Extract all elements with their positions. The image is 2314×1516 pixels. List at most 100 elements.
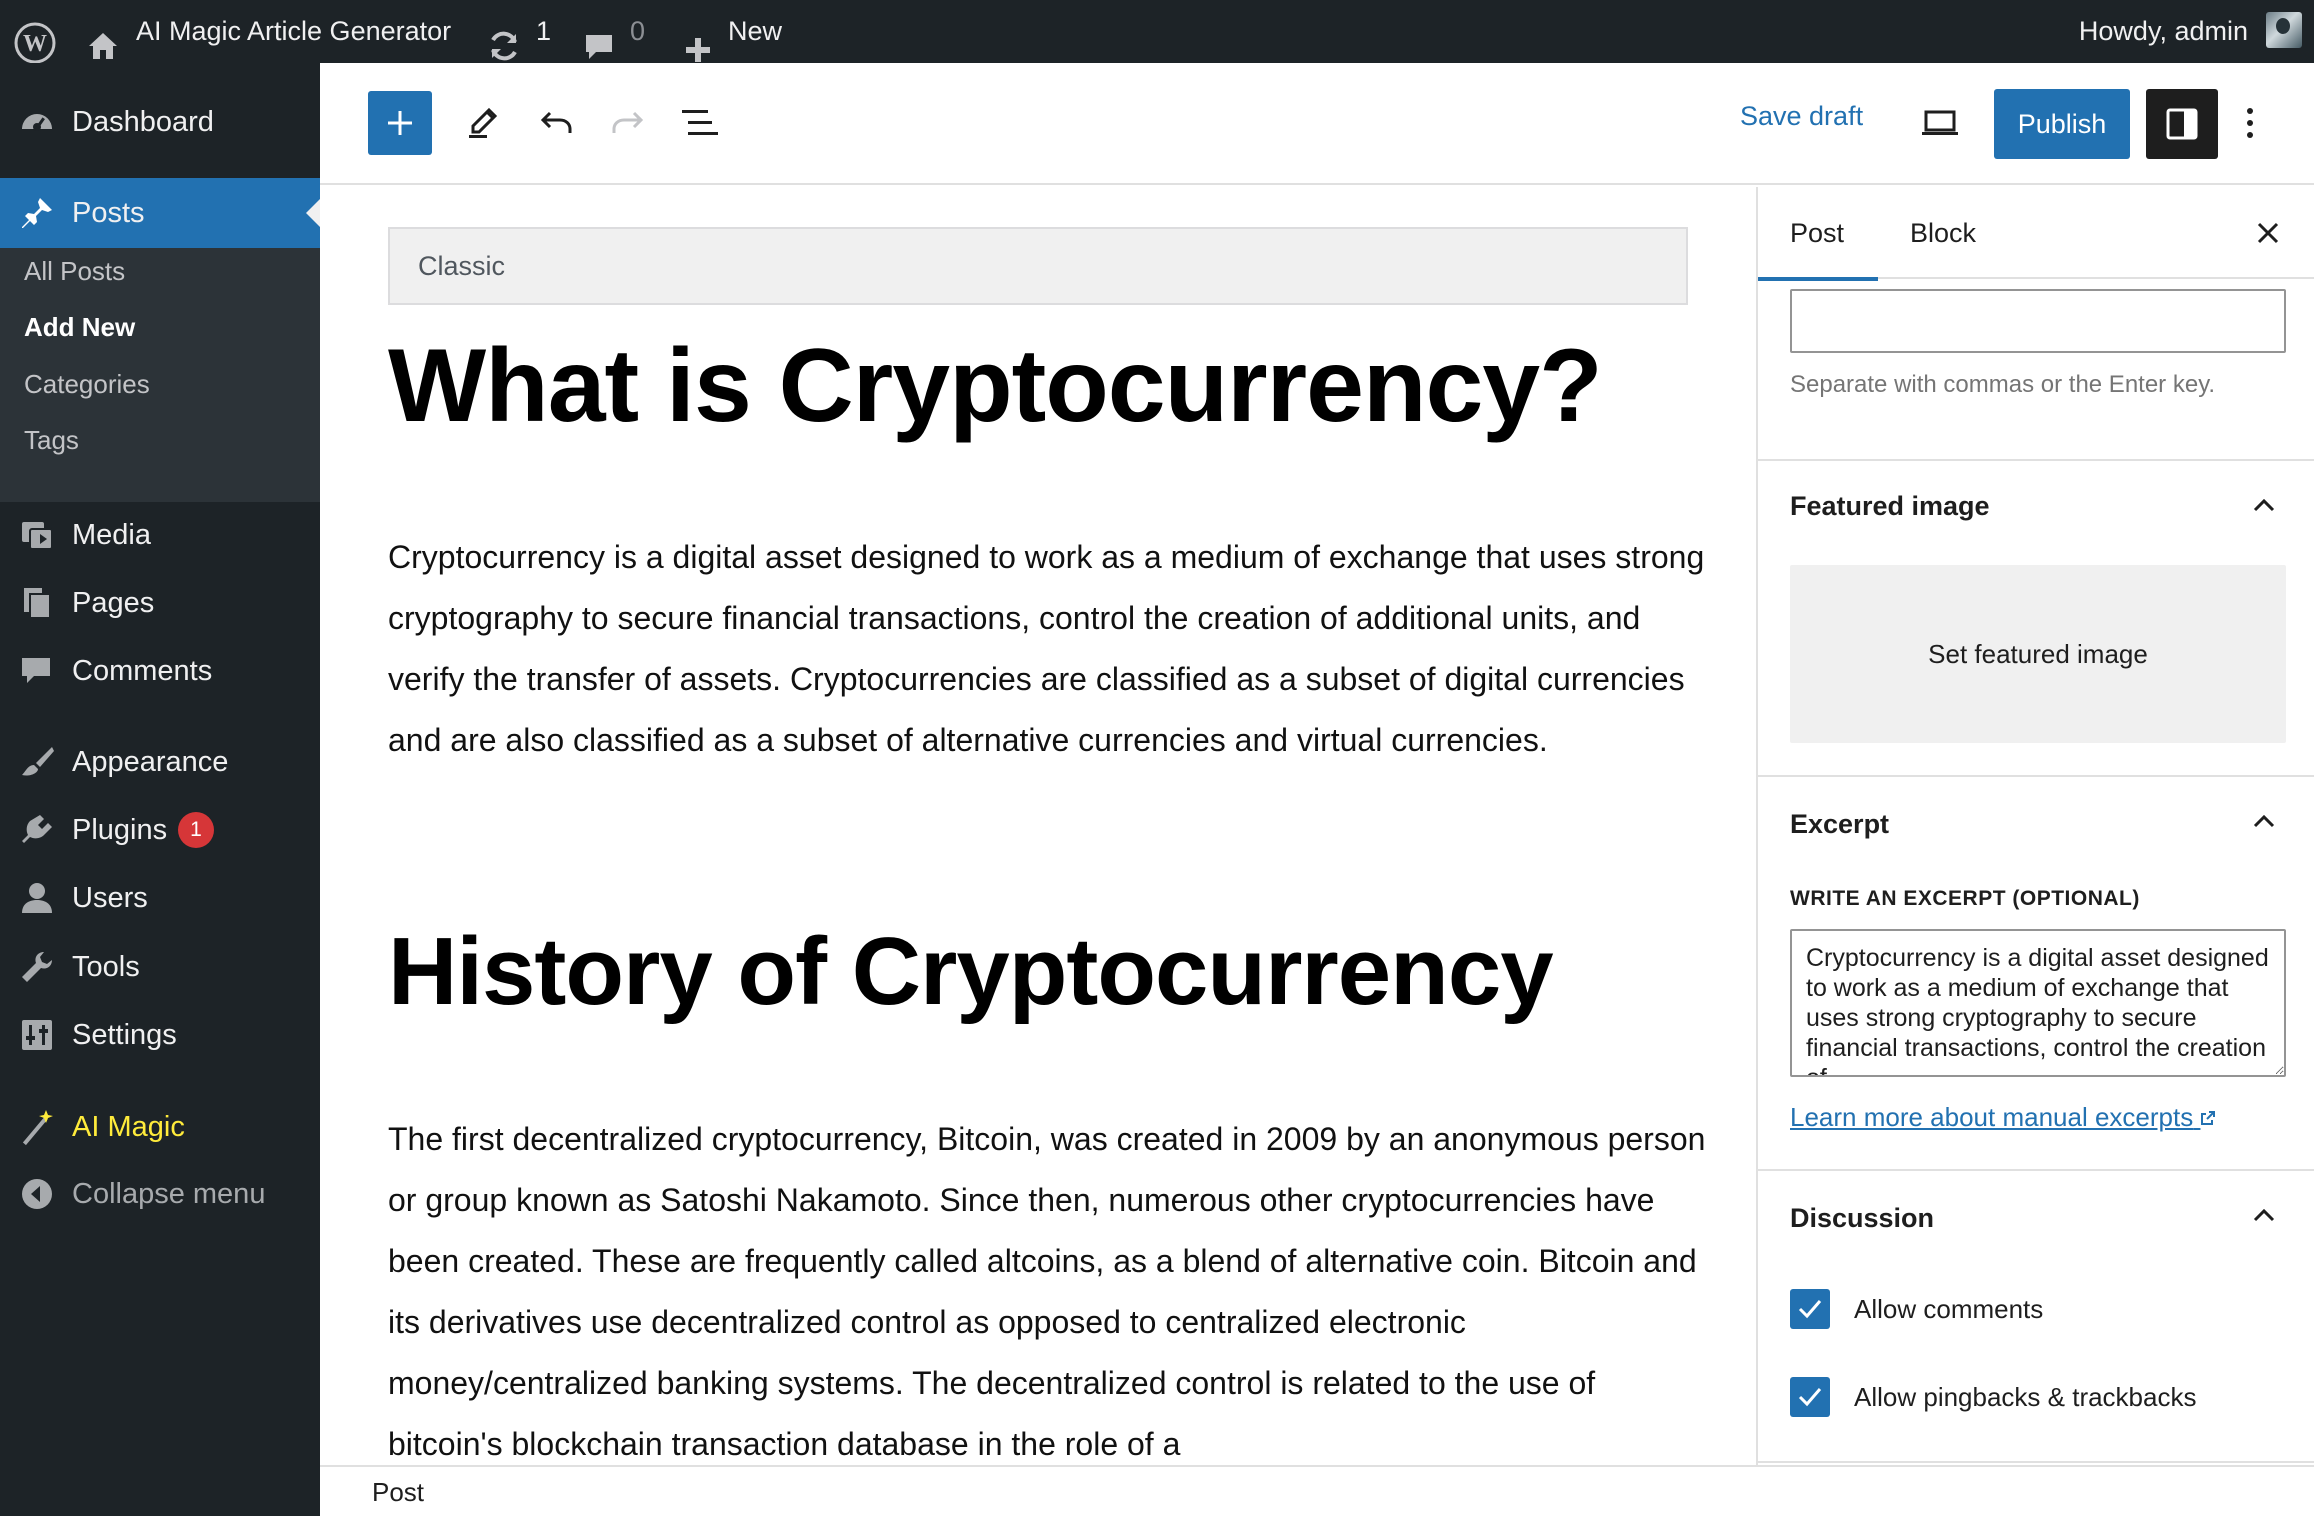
- featured-image-panel-title[interactable]: Featured image: [1790, 491, 1990, 522]
- add-block-button[interactable]: [368, 91, 432, 155]
- laptop-icon: [1922, 110, 1958, 135]
- chevron-up-icon: [2253, 1208, 2275, 1222]
- sidebar-item-label: Collapse menu: [72, 1177, 266, 1210]
- pencil-icon: [469, 107, 498, 138]
- users-icon: [22, 883, 52, 913]
- plugins-update-badge: 1: [178, 812, 214, 848]
- sidebar-item-label: Users: [72, 881, 148, 914]
- pages-icon: [24, 588, 51, 619]
- document-overview-button[interactable]: [670, 93, 730, 153]
- avatar[interactable]: [2266, 12, 2302, 48]
- sidebar-item-ai-magic[interactable]: AI Magic: [0, 1097, 320, 1157]
- collapse-menu-button[interactable]: Collapse menu: [0, 1164, 320, 1224]
- sidebar-item-label: Posts: [72, 196, 145, 229]
- excerpt-textarea[interactable]: Cryptocurrency is a digital asset design…: [1790, 929, 2286, 1077]
- allow-comments-checkbox[interactable]: [1790, 1289, 1830, 1329]
- site-name-link[interactable]: AI Magic Article Generator: [136, 0, 451, 63]
- paragraph-block[interactable]: Cryptocurrency is a digital asset design…: [388, 527, 1718, 771]
- heading-block[interactable]: What is Cryptocurrency?: [388, 327, 1603, 446]
- sidebar-item-label: Media: [72, 518, 151, 551]
- editor-header: Save draft Publish: [320, 63, 2314, 185]
- chevron-up-icon: [2253, 498, 2275, 512]
- allow-pingbacks-checkbox[interactable]: [1790, 1377, 1830, 1417]
- sidebar-item-label: AI Magic: [72, 1110, 185, 1143]
- classic-block-toolbar[interactable]: Classic: [388, 227, 1688, 305]
- magic-wand-icon: [22, 1110, 53, 1146]
- settings-sidebar: Post Block Separate with commas or the E…: [1756, 187, 2314, 1465]
- external-link-icon: [2201, 1111, 2216, 1125]
- tools-button[interactable]: [452, 93, 512, 153]
- admin-bar: W AI Magic Article Generator 1 0 New How…: [0, 0, 2314, 63]
- settings-toggle-button[interactable]: [2146, 89, 2218, 159]
- tags-input[interactable]: [1790, 289, 2286, 353]
- howdy-user-menu[interactable]: Howdy, admin: [2079, 0, 2248, 63]
- sidebar-item-posts[interactable]: Posts: [0, 178, 320, 248]
- sidebar-item-label: Comments: [72, 654, 213, 687]
- preview-button[interactable]: [1910, 93, 1970, 153]
- undo-button[interactable]: [526, 93, 586, 153]
- editor-canvas: Classic What is Cryptocurrency? Cryptocu…: [320, 187, 1756, 1465]
- set-featured-image-button[interactable]: Set featured image: [1790, 565, 2286, 743]
- tab-block[interactable]: Block: [1910, 187, 1976, 279]
- discussion-panel-title[interactable]: Discussion: [1790, 1203, 1934, 1234]
- link-text: Learn more about manual excerpts: [1790, 1102, 2194, 1132]
- sidebar-item-label: Settings: [72, 1018, 177, 1051]
- allow-pingbacks-row: Allow pingbacks & trackbacks: [1790, 1377, 2196, 1417]
- publish-button[interactable]: Publish: [1994, 89, 2130, 159]
- close-icon: [2257, 222, 2279, 244]
- undo-icon: [540, 111, 572, 133]
- submenu-tags[interactable]: Tags: [24, 425, 79, 456]
- updates-count[interactable]: 1: [536, 0, 551, 63]
- panel-divider: [1758, 459, 2314, 461]
- panel-divider: [1758, 775, 2314, 777]
- settings-icon: [22, 1020, 52, 1050]
- submenu-all-posts[interactable]: All Posts: [24, 256, 125, 287]
- new-content-link[interactable]: New: [728, 0, 782, 63]
- sidebar-item-appearance[interactable]: Appearance: [0, 732, 320, 792]
- chevron-up-icon: [2253, 814, 2275, 828]
- sidebar-item-comments[interactable]: Comments: [0, 641, 320, 701]
- options-menu-button[interactable]: [2230, 93, 2270, 153]
- comments-count[interactable]: 0: [630, 0, 645, 63]
- plus-icon: [388, 111, 412, 135]
- sidebar-toggle-icon: [2166, 108, 2198, 140]
- submenu-add-new[interactable]: Add New: [24, 312, 135, 343]
- checkmark-icon: [1798, 1388, 1822, 1407]
- breadcrumb[interactable]: Post: [372, 1477, 424, 1508]
- discussion-toggle[interactable]: [2244, 1195, 2284, 1235]
- sidebar-item-dashboard[interactable]: Dashboard: [0, 92, 320, 152]
- close-settings-button[interactable]: [2248, 213, 2288, 253]
- allow-pingbacks-label[interactable]: Allow pingbacks & trackbacks: [1854, 1382, 2196, 1413]
- brush-icon: [22, 747, 54, 776]
- sidebar-item-label: Dashboard: [72, 105, 214, 138]
- sidebar-item-label: Tools: [72, 950, 140, 983]
- allow-comments-label[interactable]: Allow comments: [1854, 1294, 2043, 1325]
- sidebar-item-tools[interactable]: Tools: [0, 937, 320, 997]
- sidebar-item-pages[interactable]: Pages: [0, 573, 320, 633]
- posts-submenu: All Posts Add New Categories Tags: [0, 248, 320, 502]
- learn-more-excerpts-link[interactable]: Learn more about manual excerpts: [1790, 1102, 2216, 1133]
- svg-text:W: W: [23, 31, 47, 57]
- admin-sidebar: Dashboard Posts All Posts Add New Catego…: [0, 63, 320, 1516]
- paragraph-block[interactable]: The first decentralized cryptocurrency, …: [388, 1109, 1718, 1465]
- editor-footer: Post: [320, 1465, 2314, 1516]
- tab-post[interactable]: Post: [1758, 187, 1879, 281]
- save-draft-button[interactable]: Save draft: [1740, 101, 1863, 132]
- excerpt-toggle[interactable]: [2244, 801, 2284, 841]
- heading-block[interactable]: History of Cryptocurrency: [388, 917, 1554, 1027]
- redo-button[interactable]: [598, 93, 658, 153]
- submenu-categories[interactable]: Categories: [24, 369, 150, 400]
- checkmark-icon: [1798, 1300, 1822, 1319]
- sidebar-item-label: Appearance: [72, 745, 229, 778]
- sidebar-item-media[interactable]: Media: [0, 505, 320, 565]
- sidebar-item-label: Plugins: [72, 813, 168, 846]
- comments-icon: [22, 658, 50, 683]
- excerpt-panel-title[interactable]: Excerpt: [1790, 809, 1889, 840]
- featured-image-toggle[interactable]: [2244, 485, 2284, 525]
- sidebar-item-users[interactable]: Users: [0, 868, 320, 928]
- media-icon: [22, 522, 53, 550]
- allow-comments-row: Allow comments: [1790, 1289, 2043, 1329]
- sidebar-item-plugins[interactable]: Plugins 1: [0, 800, 320, 860]
- sidebar-item-settings[interactable]: Settings: [0, 1005, 320, 1065]
- dashboard-icon: [22, 114, 52, 131]
